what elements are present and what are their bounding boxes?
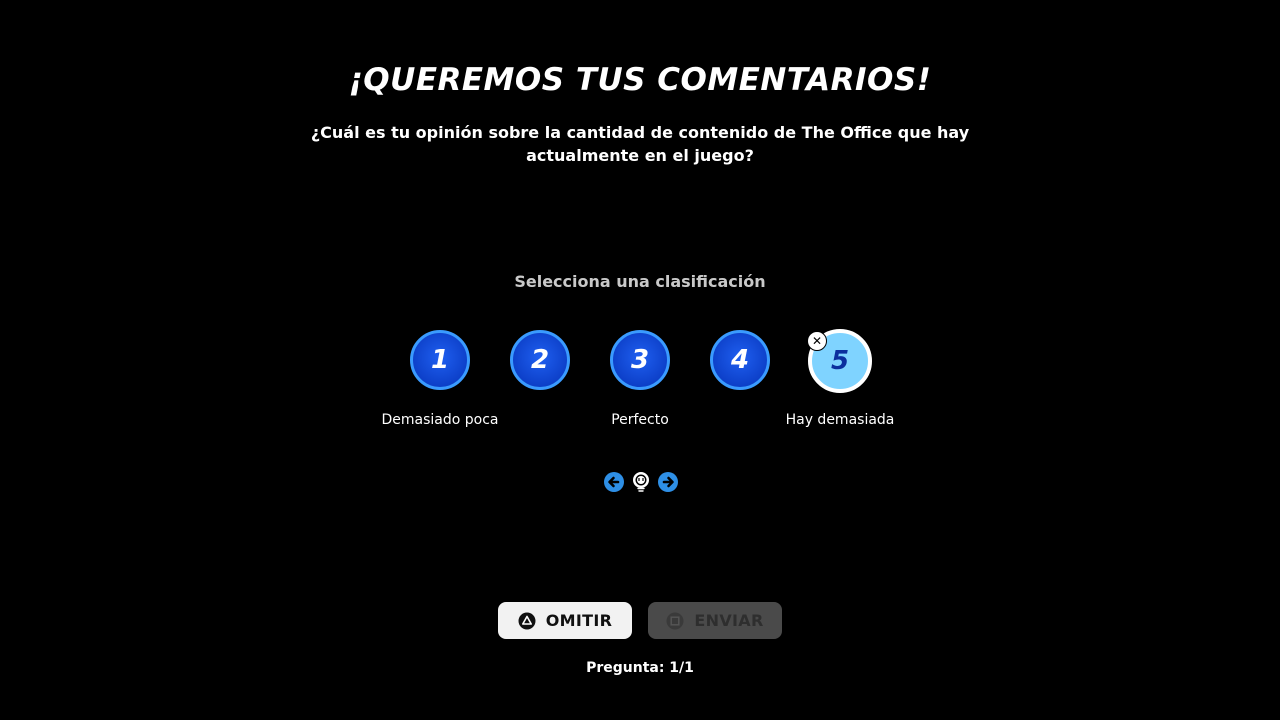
arrow-left-icon xyxy=(604,472,624,492)
rating-scale: 1 2 3 4 5 ✕ xyxy=(0,329,1280,396)
rating-button-3[interactable]: 3 xyxy=(610,330,670,390)
close-icon[interactable]: ✕ xyxy=(807,331,827,351)
rating-button-4[interactable]: 4 xyxy=(710,330,770,390)
rating-button-2[interactable]: 2 xyxy=(510,330,570,390)
scale-label-mid: Perfecto xyxy=(611,412,669,428)
action-bar: OMITIR ENVIAR xyxy=(0,602,1280,639)
send-button[interactable]: ENVIAR xyxy=(648,602,782,639)
question-text: ¿Cuál es tu opinión sobre la cantidad de… xyxy=(310,123,970,165)
scale-label-low: Demasiado poca xyxy=(381,412,499,428)
right-stick-icon xyxy=(633,472,649,492)
triangle-button-icon xyxy=(518,612,536,630)
feedback-screen: ¡QUEREMOS TUS COMENTARIOS! ¿Cuál es tu o… xyxy=(0,0,1280,720)
navigation-hint xyxy=(603,471,679,493)
skip-button[interactable]: OMITIR xyxy=(498,602,632,639)
rating-button-1[interactable]: 1 xyxy=(410,330,470,390)
send-button-label: ENVIAR xyxy=(694,611,764,630)
question-counter: Pregunta: 1/1 xyxy=(586,660,694,676)
page-title: ¡QUEREMOS TUS COMENTARIOS! xyxy=(348,62,932,98)
square-button-icon xyxy=(666,612,684,630)
scale-label-high: Hay demasiada xyxy=(785,412,895,428)
rating-prompt: Selecciona una clasificación xyxy=(514,272,766,291)
arrow-right-icon xyxy=(658,472,678,492)
skip-button-label: OMITIR xyxy=(545,611,613,630)
